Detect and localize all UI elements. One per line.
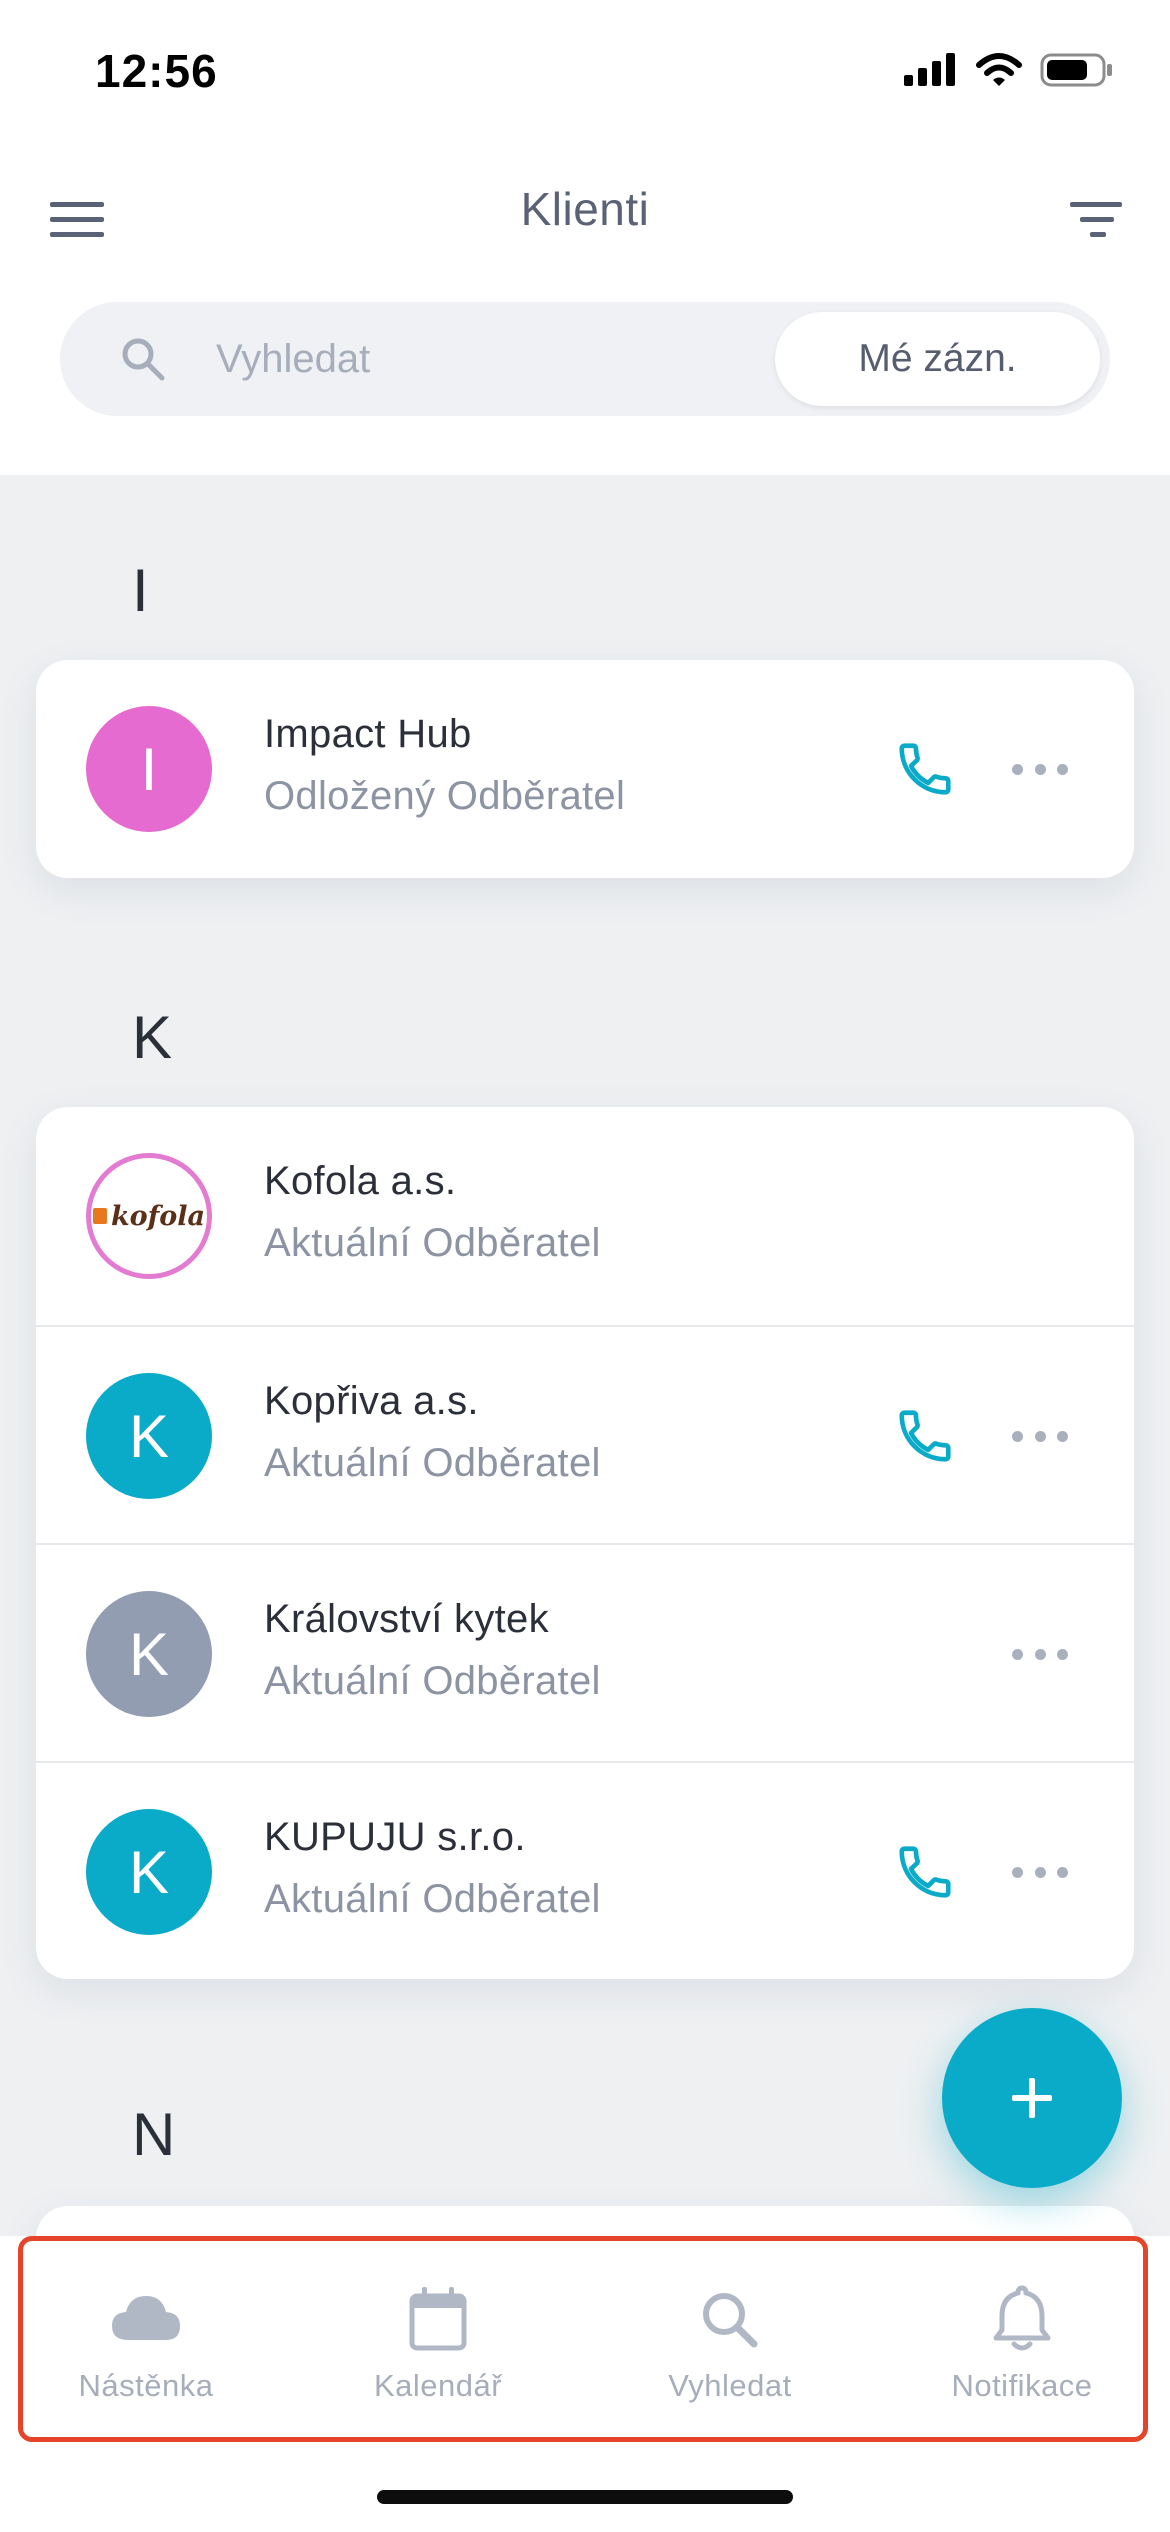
- cellular-signal-icon: [904, 53, 955, 86]
- client-row[interactable]: K Království kytek Aktuální Odběratel: [36, 1543, 1134, 1761]
- kofola-logo: kofola: [92, 1200, 206, 1232]
- status-time: 12:56: [95, 45, 218, 97]
- section-letter-k: K: [132, 1004, 173, 1071]
- bottom-tab-bar: Nástěnka Kalendář Vyhledat Notifikace: [0, 2236, 1170, 2532]
- section-letter-i: I: [132, 557, 149, 624]
- tab-label: Nástěnka: [78, 2368, 214, 2403]
- client-name: Království kytek: [264, 1597, 549, 1641]
- more-options-icon[interactable]: [1012, 1631, 1068, 1677]
- header: Klienti Mé zázn.: [0, 150, 1170, 475]
- client-row[interactable]: I Impact Hub Odložený Odběratel: [36, 660, 1134, 878]
- tab-label: Vyhledat: [668, 2368, 792, 2403]
- client-status: Aktuální Odběratel: [264, 1877, 601, 1921]
- filter-icon[interactable]: [1066, 190, 1126, 250]
- more-options-icon[interactable]: [1012, 1413, 1068, 1459]
- more-options-icon[interactable]: [1012, 746, 1068, 792]
- home-indicator: [377, 2490, 793, 2504]
- search-icon: [703, 2293, 758, 2348]
- client-name: Impact Hub: [264, 712, 472, 756]
- plus-icon: [1012, 2078, 1052, 2118]
- calendar-icon: [409, 2287, 467, 2351]
- client-row[interactable]: K KUPUJU s.r.o. Aktuální Odběratel: [36, 1761, 1134, 1979]
- tab-nastenka[interactable]: Nástěnka: [16, 2284, 276, 2414]
- client-row[interactable]: kofola Kofola a.s. Aktuální Odběratel: [36, 1107, 1134, 1325]
- page-title: Klienti: [520, 183, 650, 235]
- wifi-icon: [976, 53, 1022, 86]
- add-client-button[interactable]: [942, 2008, 1122, 2188]
- tab-vyhledat[interactable]: Vyhledat: [600, 2284, 860, 2414]
- status-icons: [904, 52, 1114, 88]
- client-name: KUPUJU s.r.o.: [264, 1815, 526, 1859]
- client-card-section-i: I Impact Hub Odložený Odběratel: [36, 660, 1134, 878]
- phone-icon[interactable]: [894, 1841, 956, 1903]
- company-logo-avatar: kofola: [86, 1153, 212, 1279]
- tab-notifikace[interactable]: Notifikace: [892, 2284, 1152, 2414]
- client-status: Aktuální Odběratel: [264, 1659, 601, 1703]
- client-status: Aktuální Odběratel: [264, 1441, 601, 1485]
- phone-icon[interactable]: [894, 1405, 956, 1467]
- tab-kalendar[interactable]: Kalendář: [308, 2284, 568, 2414]
- status-bar: 12:56: [0, 0, 1170, 150]
- avatar: K: [86, 1591, 212, 1717]
- section-letter-n: N: [132, 2101, 176, 2168]
- more-options-icon[interactable]: [1012, 1849, 1068, 1895]
- search-icon: [122, 338, 165, 381]
- my-records-button[interactable]: Mé zázn.: [775, 312, 1100, 406]
- phone-icon[interactable]: [894, 738, 956, 800]
- client-row[interactable]: K Kopřiva a.s. Aktuální Odběratel: [36, 1325, 1134, 1543]
- avatar: K: [86, 1373, 212, 1499]
- battery-icon: [1040, 53, 1112, 87]
- tab-label: Kalendář: [373, 2368, 503, 2403]
- search-bar: Mé zázn.: [60, 302, 1110, 416]
- tab-label: Notifikace: [951, 2368, 1093, 2403]
- client-status: Aktuální Odběratel: [264, 1221, 601, 1265]
- bell-icon: [993, 2285, 1051, 2351]
- logo-text: kofola: [110, 1200, 206, 1232]
- client-name: Kopřiva a.s.: [264, 1379, 479, 1423]
- client-status: Odložený Odběratel: [264, 774, 626, 818]
- client-card-section-k: kofola Kofola a.s. Aktuální Odběratel K …: [36, 1107, 1134, 1979]
- avatar: K: [86, 1809, 212, 1935]
- client-name: Kofola a.s.: [264, 1159, 457, 1203]
- cloud-icon: [112, 2296, 180, 2340]
- avatar: I: [86, 706, 212, 832]
- search-input[interactable]: [216, 302, 776, 416]
